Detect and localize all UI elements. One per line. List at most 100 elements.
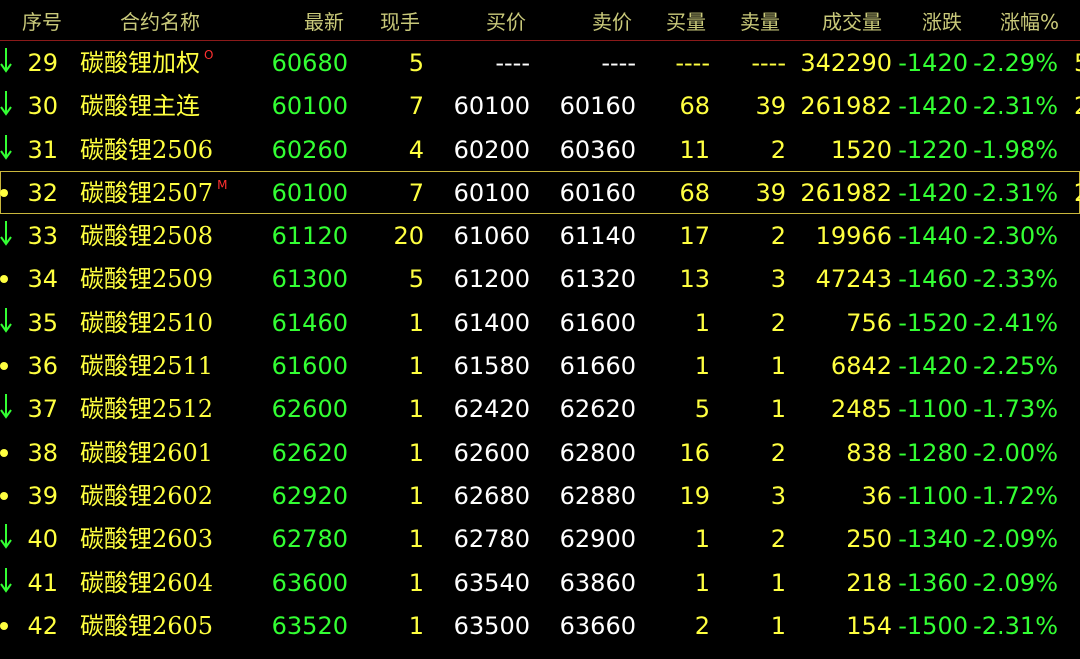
bid-price: 61200: [453, 265, 530, 294]
bid-price: 61580: [453, 352, 530, 381]
percent-change: -1.72%: [973, 481, 1058, 510]
ask-quantity: 39: [755, 178, 786, 207]
down-arrow-icon: [0, 393, 12, 420]
last-price: 63600: [271, 568, 348, 597]
ask-quantity: 2: [770, 525, 786, 554]
contract-name-text: 碳酸锂2604: [80, 568, 214, 597]
current-volume: 5: [408, 49, 424, 77]
contract-name-text: 碳酸锂2509: [80, 265, 214, 294]
contract-name: 碳酸锂2605: [80, 612, 213, 640]
col-header-bid[interactable]: 买价: [486, 6, 526, 35]
ask-price: 61660: [559, 352, 636, 381]
percent-change: -1.98%: [973, 135, 1058, 164]
current-volume: 20: [393, 222, 424, 251]
table-row[interactable]: 碳酸锂2509 34 61300 5 61200 61320 13 3 47243 -1460 -2…: [0, 257, 1080, 300]
current-volume: 1: [408, 611, 424, 640]
row-index: 37: [27, 395, 58, 424]
table-row[interactable]: 碳酸锂2507 M 32 60100 7 60100 60160 68 39 261982 -142…: [0, 170, 1080, 215]
table-row[interactable]: 碳酸锂2602 39 62920 1 62680 62880 19 3 36 -1100 -1.72…: [0, 474, 1080, 517]
percent-change: -2.31%: [973, 611, 1058, 640]
total-volume: 218: [846, 568, 892, 597]
ask-price: 62620: [559, 395, 636, 424]
contract-tag: O: [204, 48, 214, 62]
bid-price: 62680: [453, 481, 530, 510]
dot-icon: [0, 263, 12, 284]
col-header-name[interactable]: 合约名称: [120, 6, 200, 35]
contract-name-text: 碳酸锂加权: [80, 49, 200, 77]
table-row[interactable]: 碳酸锂加权 O 29 60680 5 ---- ---- ---- ---- 342290 -142…: [0, 41, 1080, 84]
last-price: 61120: [271, 222, 348, 251]
contract-name-text: 碳酸锂2510: [80, 308, 214, 337]
bid-price: 60200: [453, 135, 530, 164]
current-volume: 1: [408, 352, 424, 381]
percent-change: -2.31%: [973, 178, 1058, 207]
price-change: -1340: [898, 525, 968, 554]
col-header-vol[interactable]: 现手: [380, 6, 420, 35]
last-price: 60260: [271, 135, 348, 164]
bid-price: 60100: [453, 178, 530, 207]
last-price: 61600: [271, 352, 348, 381]
dot-icon: [0, 437, 12, 457]
ask-price: 63660: [559, 611, 636, 640]
down-arrow-icon: [0, 220, 12, 246]
col-header-last[interactable]: 最新: [304, 6, 344, 35]
bid-quantity: 2: [694, 611, 710, 640]
ask-quantity: 39: [755, 92, 786, 121]
table-row[interactable]: 碳酸锂2604 41 63600 1 63540 63860 1 1 218 -1360 -2.09…: [0, 561, 1080, 604]
contract-name: 碳酸锂2603: [80, 525, 213, 553]
down-arrow-icon: [0, 523, 12, 549]
ask-quantity: 2: [770, 135, 786, 164]
contract-name: 碳酸锂2601: [80, 439, 213, 467]
table-row[interactable]: 碳酸锂2508 33 61120 20 61060 61140 17 2 19966 -1440-…: [0, 214, 1080, 257]
dot-icon: [0, 177, 12, 197]
col-header-bid-qty[interactable]: 买量: [666, 6, 706, 35]
bid-quantity: 68: [679, 178, 710, 207]
col-header-pct[interactable]: 涨幅%: [1000, 6, 1059, 35]
bid-quantity: ----: [675, 49, 710, 77]
row-index: 42: [27, 611, 58, 640]
contract-name: 碳酸锂2604: [80, 569, 213, 597]
percent-change: -2.29%: [973, 49, 1058, 77]
table-row[interactable]: 碳酸锂2510 35 61460 1 61400 61600 1 2 756 -1520 -2.41…: [0, 301, 1080, 344]
ask-price: 60360: [559, 135, 636, 164]
col-header-change[interactable]: 涨跌: [922, 6, 962, 35]
bid-quantity: 11: [679, 135, 710, 164]
percent-change: -2.09%: [973, 525, 1058, 554]
table-row[interactable]: 碳酸锂2511 36 61600 1 61580 61660 1 1 6842 -1420 -2.2…: [0, 344, 1080, 387]
contract-name-text: 碳酸锂2602: [80, 481, 214, 510]
bid-price: 62780: [453, 525, 530, 554]
percent-change: -2.33%: [973, 265, 1058, 294]
ask-price: 62800: [559, 438, 636, 467]
col-header-idx[interactable]: 序号: [22, 6, 62, 35]
table-row[interactable]: 碳酸锂2605 42 63520 1 63500 63660 2 1 154 -1500 -2.31…: [0, 604, 1080, 647]
bid-price: 62600: [453, 438, 530, 467]
table-row[interactable]: 碳酸锂主连 30 60100 7 60100 60160 68 39 261982 -1420 -2…: [0, 84, 1080, 127]
contract-name-text: 碳酸锂2506: [80, 135, 214, 164]
dot-icon: [0, 480, 12, 500]
row-index: 33: [27, 222, 58, 251]
col-header-total[interactable]: 成交量: [822, 6, 882, 35]
price-change: -1280: [898, 438, 968, 467]
col-header-ask-qty[interactable]: 卖量: [740, 6, 780, 35]
table-row[interactable]: 碳酸锂2506 31 60260 4 60200 60360 11 2 1520 -1220 -1.…: [0, 128, 1080, 171]
total-volume: 47243: [815, 265, 892, 294]
price-change: -1420: [898, 178, 968, 207]
bid-price: 61060: [453, 222, 530, 251]
last-price: 61460: [271, 308, 348, 337]
table-row[interactable]: 碳酸锂2601 38 62620 1 62600 62800 16 2 838 -1280 -2.0…: [0, 431, 1080, 474]
bid-price: 62420: [453, 395, 530, 424]
overflow-value: 2: [1074, 92, 1080, 120]
current-volume: 1: [408, 438, 424, 467]
table-row[interactable]: 碳酸锂2603 40 62780 1 62780 62900 1 2 250 -1340 -2.09…: [0, 517, 1080, 560]
contract-name: 碳酸锂2512: [80, 395, 213, 423]
current-volume: 7: [408, 92, 424, 121]
bid-price: 63500: [453, 611, 530, 640]
total-volume: 2485: [830, 395, 892, 424]
table-row[interactable]: 碳酸锂2512 37 62600 1 62420 62620 5 1 2485 -1100 -1.7…: [0, 387, 1080, 430]
bid-price: 60100: [453, 92, 530, 121]
bid-quantity: 19: [679, 481, 710, 510]
row-index: 40: [27, 525, 58, 554]
ask-quantity: 1: [770, 395, 786, 424]
total-volume: 250: [846, 525, 892, 554]
col-header-ask[interactable]: 卖价: [592, 6, 632, 35]
